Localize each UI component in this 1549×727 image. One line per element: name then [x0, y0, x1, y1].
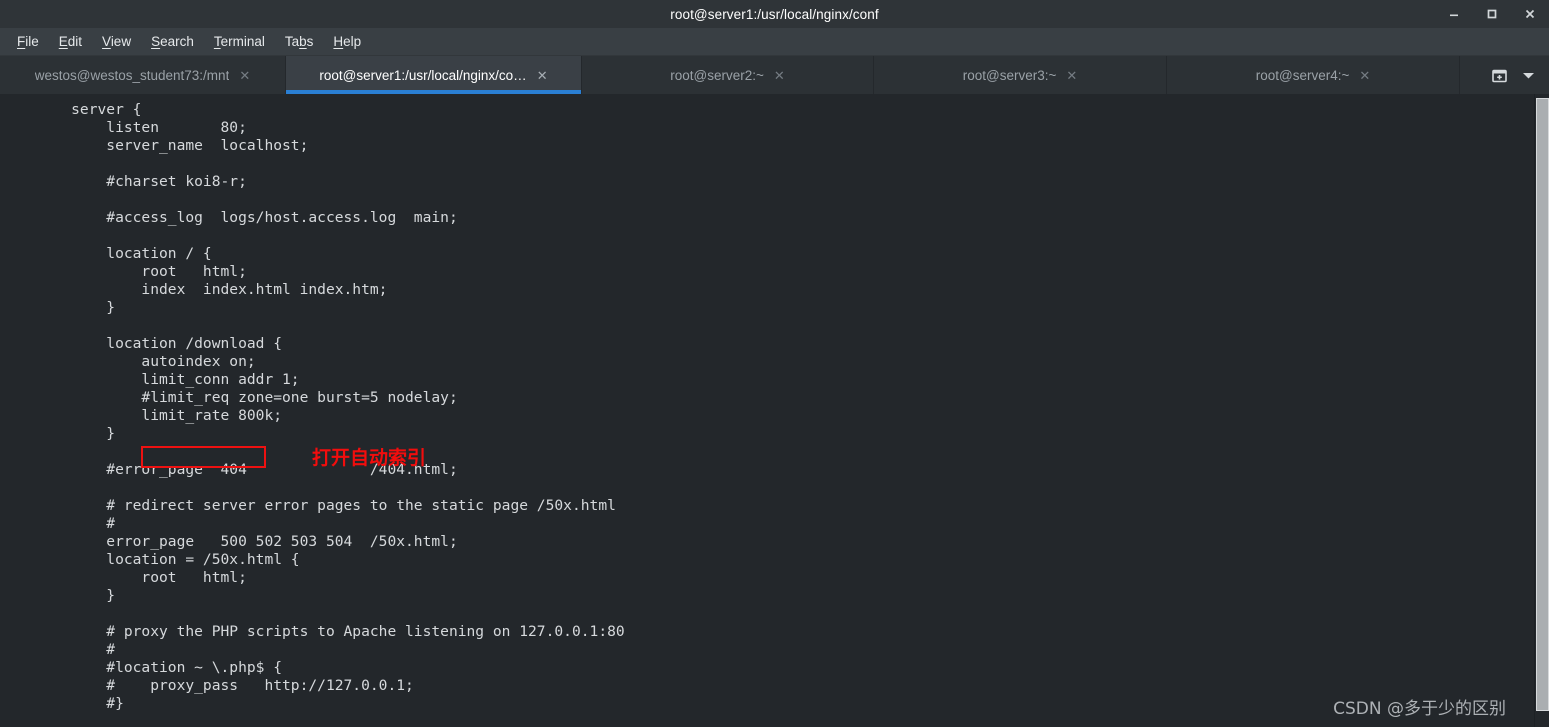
terminal-output: server { listen 80; server_name localhos…	[71, 101, 625, 712]
tab-list-chevron-down-icon[interactable]	[1522, 71, 1535, 80]
terminal-body[interactable]: server { listen 80; server_name localhos…	[0, 94, 1534, 727]
tab-westos-student73[interactable]: westos@westos_student73:/mnt ✕	[0, 56, 286, 94]
tab-server4[interactable]: root@server4:~ ✕	[1167, 56, 1460, 94]
menu-item-edit[interactable]: Edit	[49, 33, 92, 51]
menubar: File Edit View Search Terminal Tabs Help	[0, 28, 1549, 56]
close-button[interactable]	[1519, 3, 1541, 25]
terminal-window: root@server1:/usr/local/nginx/conf File …	[0, 0, 1549, 727]
menu-item-help[interactable]: Help	[323, 33, 371, 51]
tabbar-actions	[1481, 56, 1549, 94]
menu-item-terminal[interactable]: Terminal	[204, 33, 275, 51]
menu-item-view[interactable]: View	[92, 33, 141, 51]
tab-close-icon[interactable]: ✕	[1359, 69, 1370, 82]
tab-server3[interactable]: root@server3:~ ✕	[874, 56, 1167, 94]
scrollbar-thumb[interactable]	[1536, 98, 1549, 711]
tab-label: root@server1:/usr/local/nginx/co…	[319, 67, 527, 83]
new-tab-icon[interactable]	[1491, 67, 1508, 84]
tab-label: westos@westos_student73:/mnt	[34, 67, 230, 83]
window-controls	[1443, 0, 1541, 28]
tab-label: root@server2:~	[670, 67, 764, 83]
tab-close-icon[interactable]: ✕	[774, 69, 785, 82]
tab-server1-nginx-conf[interactable]: root@server1:/usr/local/nginx/co… ✕	[286, 56, 582, 94]
menu-item-search[interactable]: Search	[141, 33, 204, 51]
tab-label: root@server4:~	[1255, 67, 1350, 83]
tab-label: root@server3:~	[962, 67, 1057, 83]
window-titlebar: root@server1:/usr/local/nginx/conf	[0, 0, 1549, 28]
minimize-button[interactable]	[1443, 3, 1465, 25]
terminal-area[interactable]: server { listen 80; server_name localhos…	[0, 94, 1549, 727]
menu-item-tabs[interactable]: Tabs	[275, 33, 324, 51]
tab-close-icon[interactable]: ✕	[1066, 69, 1077, 82]
tab-close-icon[interactable]: ✕	[537, 69, 548, 82]
maximize-button[interactable]	[1481, 3, 1503, 25]
window-title: root@server1:/usr/local/nginx/conf	[670, 6, 879, 22]
terminal-scrollbar[interactable]	[1534, 94, 1549, 727]
tab-close-icon[interactable]: ✕	[239, 69, 250, 82]
annotation-note: 打开自动索引	[312, 447, 427, 469]
tab-server2[interactable]: root@server2:~ ✕	[582, 56, 874, 94]
csdn-watermark: CSDN @多于少的区别	[1333, 699, 1506, 719]
menu-item-file[interactable]: File	[7, 33, 49, 51]
tabbar: westos@westos_student73:/mnt ✕ root@serv…	[0, 56, 1549, 94]
